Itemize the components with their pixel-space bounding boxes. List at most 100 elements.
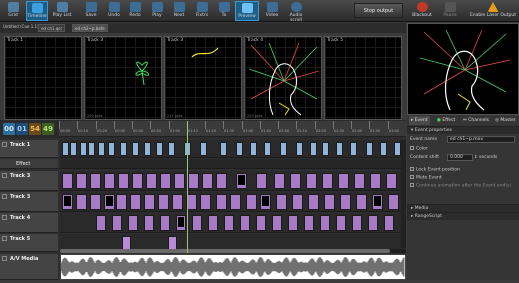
fixtures-button[interactable]: Fixtrs [191,1,213,21]
timeline-clip[interactable] [128,215,138,231]
timeline-clip[interactable] [168,236,177,250]
tab-file-2[interactable]: ed ch2~p.bafe [72,24,108,32]
audio-waveform[interactable] [60,254,406,280]
save-button[interactable]: Save [80,1,102,21]
timeline-clip[interactable] [144,194,155,210]
timeline-clip[interactable] [96,215,106,231]
timeline-clip[interactable] [352,215,362,231]
mute-event-checkbox[interactable] [410,175,414,179]
timeline-clip[interactable] [280,142,287,156]
timeline-clip[interactable] [310,142,317,156]
track-header-3[interactable]: Track 3 [0,192,58,212]
tab-effect[interactable]: ● Effect [435,116,457,125]
vertical-scrollbar[interactable] [401,140,406,248]
audio-scroll-button[interactable]: Audio scroll [283,1,309,23]
timeline-clip[interactable] [144,215,154,231]
timeline-clip[interactable] [368,215,378,231]
section-media[interactable]: ▸ Media [407,204,519,212]
timeline-clip[interactable] [322,142,329,156]
event-name-input[interactable]: ed ch1~p.mov [447,136,515,143]
timeline-clip[interactable] [116,194,127,210]
track-toggle-icon[interactable] [2,173,7,178]
timeline-clip[interactable] [240,215,250,231]
timeline-clip[interactable] [308,194,319,210]
timeline-clip[interactable] [160,173,171,189]
timeline-clip[interactable] [246,194,257,210]
video-button[interactable]: Video [261,1,283,21]
timeline-clip[interactable] [130,194,141,210]
timeline-clip[interactable] [146,173,157,189]
timeline-clip[interactable] [336,215,346,231]
timeline-clip[interactable] [200,142,207,156]
timeline-clip[interactable] [370,173,381,189]
timeline-clip[interactable] [260,194,271,210]
play-button[interactable]: Play [146,1,168,21]
timeline-clip[interactable] [90,173,101,189]
timeline-clip[interactable] [272,215,282,231]
timeline-clip[interactable] [354,173,365,189]
timeline-clip[interactable] [104,194,115,210]
next-button[interactable]: Next [168,1,190,21]
track-preview-3[interactable]: Track 3 217 pnts [164,36,242,120]
timeline-clip[interactable] [160,215,170,231]
timeline-clip[interactable] [380,142,387,156]
timeline-clip[interactable] [290,173,301,189]
timeline-clip[interactable] [208,215,218,231]
color-checkbox[interactable] [410,146,414,150]
tab-master[interactable]: ◎ Master [493,116,518,125]
tab-channels[interactable]: ⇔ Channels [461,116,491,125]
timeline-ruler[interactable]: 00:00 00:10 00:20 00:30 00:40 00:50 01:00 01:10… [59,121,406,137]
timeline-clip[interactable] [76,173,87,189]
timeline-clip[interactable] [276,194,287,210]
mute-event-row[interactable]: Mute Event [410,175,442,181]
timeline-clip[interactable] [62,173,73,189]
pause-button[interactable]: Pause [439,1,461,21]
timeline-clip[interactable] [386,173,397,189]
timeline-clip[interactable] [70,142,77,156]
timeline-clip[interactable] [336,142,343,156]
timeline-clip[interactable] [76,194,87,210]
timeline-clip[interactable] [230,194,241,210]
timeline-clip[interactable] [62,142,69,156]
timeline-clip[interactable] [172,194,183,210]
timeline-clip[interactable] [156,142,163,156]
timeline-clip[interactable] [88,142,95,156]
lock-event-checkbox[interactable] [410,167,414,171]
timeline-clip[interactable] [324,194,335,210]
timeline-clip[interactable] [98,142,105,156]
timeline-clip[interactable] [62,194,73,210]
timeline-clip[interactable] [112,215,122,231]
timeline-clip[interactable] [90,194,101,210]
track-header-media[interactable]: A/V Media [0,254,58,280]
lock-event-row[interactable]: Lock Event position [410,167,460,173]
timeline-clip[interactable] [220,142,227,156]
to-button[interactable]: To [213,1,235,21]
timeline-clip[interactable] [288,215,298,231]
timeline-clip[interactable] [108,142,115,156]
playhead[interactable] [187,121,188,253]
timeline-clip[interactable] [388,194,399,210]
track-toggle-icon[interactable] [2,236,7,241]
track-lane-effect[interactable] [60,159,406,169]
timeline-clip[interactable] [202,173,213,189]
timeline-clip[interactable] [216,194,227,210]
timeline-clip[interactable] [366,142,373,156]
timeline-clip[interactable] [256,173,267,189]
timeline-clip[interactable] [304,215,314,231]
grid-button[interactable]: Grid [2,1,24,21]
timeline-clip[interactable] [158,194,169,210]
timeline-clip[interactable] [144,142,151,156]
timeline-clip[interactable] [322,173,333,189]
continue-animation-row[interactable]: Continue animation after the Event end(s… [410,183,511,189]
color-row[interactable]: Color [410,146,428,152]
timeline-clip[interactable] [306,173,317,189]
timeline-clip[interactable] [292,194,303,210]
stop-output-button[interactable]: Stop output [354,3,403,18]
timeline-clip[interactable] [394,142,401,156]
preview-button[interactable]: Preview [235,1,259,21]
timeline-clip[interactable] [250,142,257,156]
timeline-clip[interactable] [216,173,227,189]
timeline-clip[interactable] [120,142,127,156]
timeline-clip[interactable] [350,142,357,156]
timeline-clip[interactable] [200,194,211,210]
